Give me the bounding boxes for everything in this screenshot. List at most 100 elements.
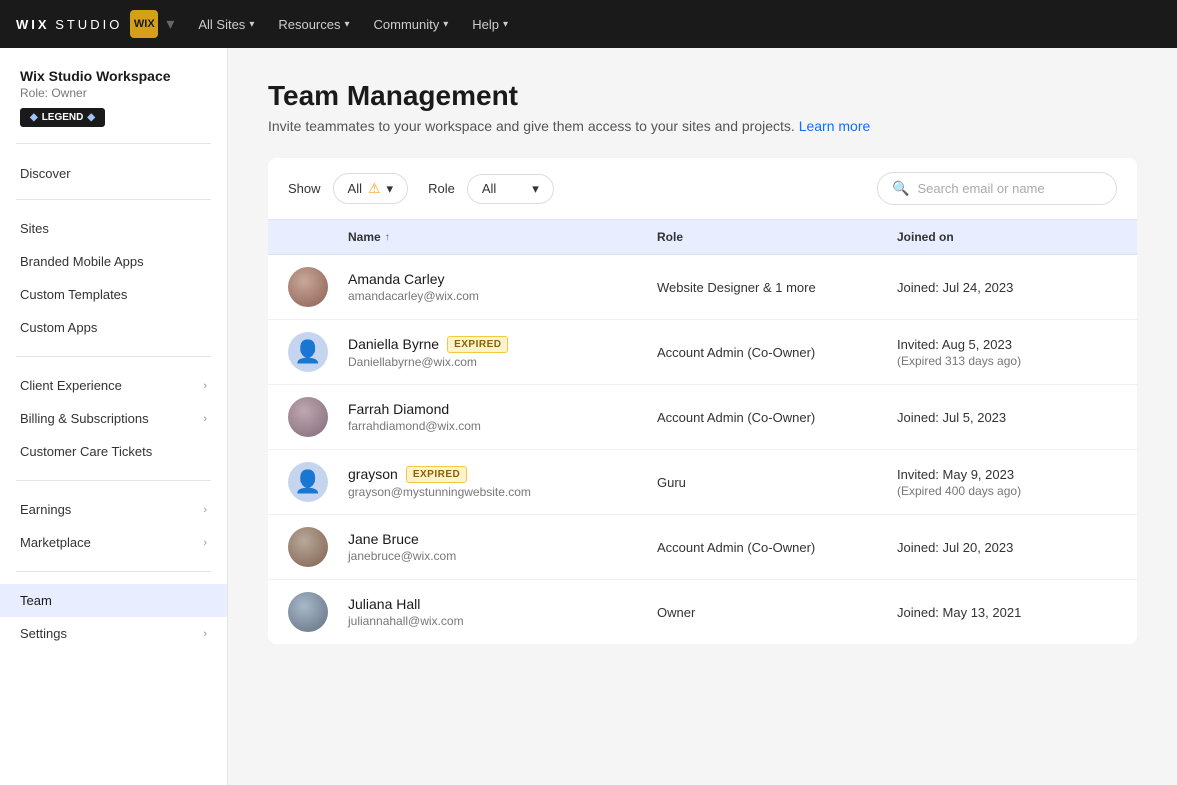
main-content: Team Management Invite teammates to your… (228, 48, 1177, 785)
role-filter-chevron: ▾ (532, 181, 539, 197)
sidebar-item-team[interactable]: Team (0, 584, 227, 617)
sidebar-section-discover: Discover (0, 144, 227, 199)
sidebar-item-customer-care[interactable]: Customer Care Tickets (0, 435, 227, 468)
table-col-role: Role (657, 230, 897, 244)
table-col-joined: Joined on (897, 230, 1117, 244)
diamond-icon-right: ◆ (87, 112, 95, 123)
sidebar-section-team: Team Settings › (0, 572, 227, 662)
joined-primary: Invited: May 9, 2023 (897, 467, 1117, 482)
all-sites-chevron: ▾ (249, 19, 254, 30)
member-name-row: Jane Bruce (348, 531, 657, 547)
nav-all-sites[interactable]: All Sites ▾ (198, 17, 254, 32)
sidebar-item-client-exp-label: Client Experience (20, 378, 203, 393)
sidebar-item-sites[interactable]: Sites (0, 212, 227, 245)
billing-arrow: › (203, 413, 207, 425)
member-name-row: Amanda Carley (348, 271, 657, 287)
workspace-title: Wix Studio Workspace (20, 68, 207, 84)
member-role: Website Designer & 1 more (657, 280, 897, 295)
joined-primary: Joined: Jul 5, 2023 (897, 410, 1117, 425)
diamond-icon-left: ◆ (30, 112, 38, 123)
search-icon: 🔍 (892, 180, 909, 197)
member-joined: Invited: May 9, 2023 (Expired 400 days ag… (897, 467, 1117, 498)
learn-more-link[interactable]: Learn more (799, 118, 871, 134)
sidebar-section-business: Client Experience › Billing & Subscripti… (0, 357, 227, 480)
table-col-name[interactable]: Name ↑ (348, 230, 657, 244)
avatar-placeholder-icon: 👤 (294, 339, 321, 365)
name-sort-arrow: ↑ (385, 232, 390, 243)
sidebar-item-earnings[interactable]: Earnings › (0, 493, 227, 526)
table-row[interactable]: 👤 Daniella ByrneEXPIREDDaniellabyrne@wix.… (268, 320, 1137, 385)
member-role: Account Admin (Co-Owner) (657, 345, 897, 360)
table-body: Amanda Carley amandacarley@wix.comWebsite… (268, 255, 1137, 644)
filter-bar: Show All ⚠ ▾ Role All ▾ 🔍 Search email o… (268, 158, 1137, 220)
member-joined: Joined: May 13, 2021 (897, 605, 1117, 620)
sidebar-item-custom-apps[interactable]: Custom Apps (0, 311, 227, 344)
member-email: amandacarley@wix.com (348, 289, 657, 303)
sidebar-item-branded-mobile-apps[interactable]: Branded Mobile Apps (0, 245, 227, 278)
sidebar-item-client-experience[interactable]: Client Experience › (0, 369, 227, 402)
discover-label: Discover (0, 156, 227, 187)
member-name-col: Daniella ByrneEXPIREDDaniellabyrne@wix.c… (348, 336, 657, 369)
avatar (288, 527, 328, 567)
member-name: Juliana Hall (348, 596, 420, 612)
workspace-info: Wix Studio Workspace Role: Owner ◆ LEGEN… (0, 48, 227, 143)
sidebar-item-billing-subscriptions[interactable]: Billing & Subscriptions › (0, 402, 227, 435)
sidebar-item-marketplace-label: Marketplace (20, 535, 203, 550)
nav-community[interactable]: Community ▾ (374, 17, 449, 32)
member-email: juliannahall@wix.com (348, 614, 657, 628)
sidebar-item-custom-templates[interactable]: Custom Templates (0, 278, 227, 311)
joined-primary: Joined: Jul 20, 2023 (897, 540, 1117, 555)
show-filter-chevron: ▾ (387, 181, 394, 197)
marketplace-arrow: › (203, 537, 207, 549)
sidebar-item-branded-label: Branded Mobile Apps (20, 254, 207, 269)
member-role: Account Admin (Co-Owner) (657, 410, 897, 425)
table-row[interactable]: Jane Brucejanebruce@wix.comAccount Admin… (268, 515, 1137, 580)
member-name-col: Jane Brucejanebruce@wix.com (348, 531, 657, 563)
top-nav: WIX STUDIO WIX ▾ All Sites ▾ Resources ▾… (0, 0, 1177, 48)
joined-secondary: (Expired 313 days ago) (897, 354, 1117, 368)
table-row[interactable]: 👤graysonEXPIREDgrayson@mystunningwebsite… (268, 450, 1137, 515)
search-placeholder: Search email or name (917, 181, 1044, 196)
nav-help[interactable]: Help ▾ (472, 17, 508, 32)
logo-dropdown-icon[interactable]: ▾ (166, 14, 174, 34)
legend-badge: ◆ LEGEND ◆ (20, 108, 105, 127)
table-row[interactable]: Juliana Hall juliannahall@wix.comOwnerJoi… (268, 580, 1137, 644)
sidebar-item-settings[interactable]: Settings › (0, 617, 227, 650)
logo[interactable]: WIX STUDIO WIX ▾ (16, 10, 174, 38)
avatar: 👤 (288, 462, 328, 502)
sidebar-item-marketplace[interactable]: Marketplace › (0, 526, 227, 559)
sidebar-item-billing-label: Billing & Subscriptions (20, 411, 203, 426)
member-email: farrahdiamond@wix.com (348, 419, 657, 433)
nav-resources[interactable]: Resources ▾ (278, 17, 349, 32)
search-box[interactable]: 🔍 Search email or name (877, 172, 1117, 205)
member-role: Account Admin (Co-Owner) (657, 540, 897, 555)
client-experience-arrow: › (203, 380, 207, 392)
member-name-row: Juliana Hall (348, 596, 657, 612)
table-row[interactable]: Farrah Diamondfarrahdiamond@wix.comAccou… (268, 385, 1137, 450)
show-filter-value: All (348, 181, 362, 196)
resources-chevron: ▾ (344, 19, 349, 30)
member-name: Jane Bruce (348, 531, 419, 547)
community-chevron: ▾ (443, 19, 448, 30)
show-label: Show (288, 181, 321, 196)
avatar-placeholder-icon: 👤 (294, 469, 321, 495)
settings-arrow: › (203, 628, 207, 640)
avatar: 👤 (288, 332, 328, 372)
role-filter-value: All (482, 181, 496, 196)
sidebar-item-custom-apps-label: Custom Apps (20, 320, 207, 335)
role-filter-select[interactable]: All ▾ (467, 174, 554, 204)
expired-badge: EXPIRED (447, 336, 508, 353)
sidebar: Wix Studio Workspace Role: Owner ◆ LEGEN… (0, 48, 228, 785)
member-joined: Invited: Aug 5, 2023(Expired 313 days ag… (897, 337, 1117, 368)
member-name: grayson (348, 466, 398, 482)
member-name-col: Amanda Carley amandacarley@wix.com (348, 271, 657, 303)
joined-primary: Joined: May 13, 2021 (897, 605, 1117, 620)
warning-icon: ⚠ (368, 180, 381, 197)
joined-secondary: (Expired 400 days ago) (897, 484, 1117, 498)
show-filter-select[interactable]: All ⚠ ▾ (333, 173, 409, 204)
member-role: Owner (657, 605, 897, 620)
table-row[interactable]: Amanda Carley amandacarley@wix.comWebsite… (268, 255, 1137, 320)
avatar (288, 267, 328, 307)
team-table: Name ↑ Role Joined on Amanda Carley amand… (268, 220, 1137, 644)
sidebar-section-earnings: Earnings › Marketplace › (0, 481, 227, 571)
